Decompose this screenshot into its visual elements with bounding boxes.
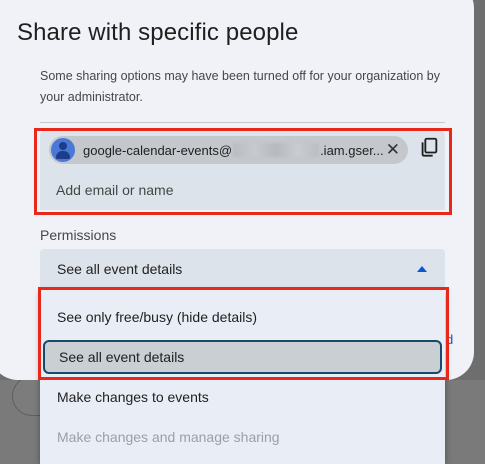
option-label: Make changes to events <box>57 389 209 405</box>
highlight-box-recipients <box>34 128 452 215</box>
highlight-box-options <box>38 287 449 380</box>
permissions-label: Permissions <box>40 227 117 243</box>
permissions-select[interactable]: See all event details <box>40 249 445 289</box>
divider <box>40 122 445 123</box>
option-label: Make changes and manage sharing <box>57 429 280 445</box>
caret-up-icon <box>417 266 427 272</box>
admin-notice: Some sharing options may have been turne… <box>40 69 441 104</box>
option-manage-sharing: Make changes and manage sharing <box>40 417 445 457</box>
dialog-title: Share with specific people <box>17 19 299 46</box>
option-make-changes[interactable]: Make changes to events <box>40 377 445 417</box>
permissions-selected-value: See all event details <box>57 261 183 277</box>
